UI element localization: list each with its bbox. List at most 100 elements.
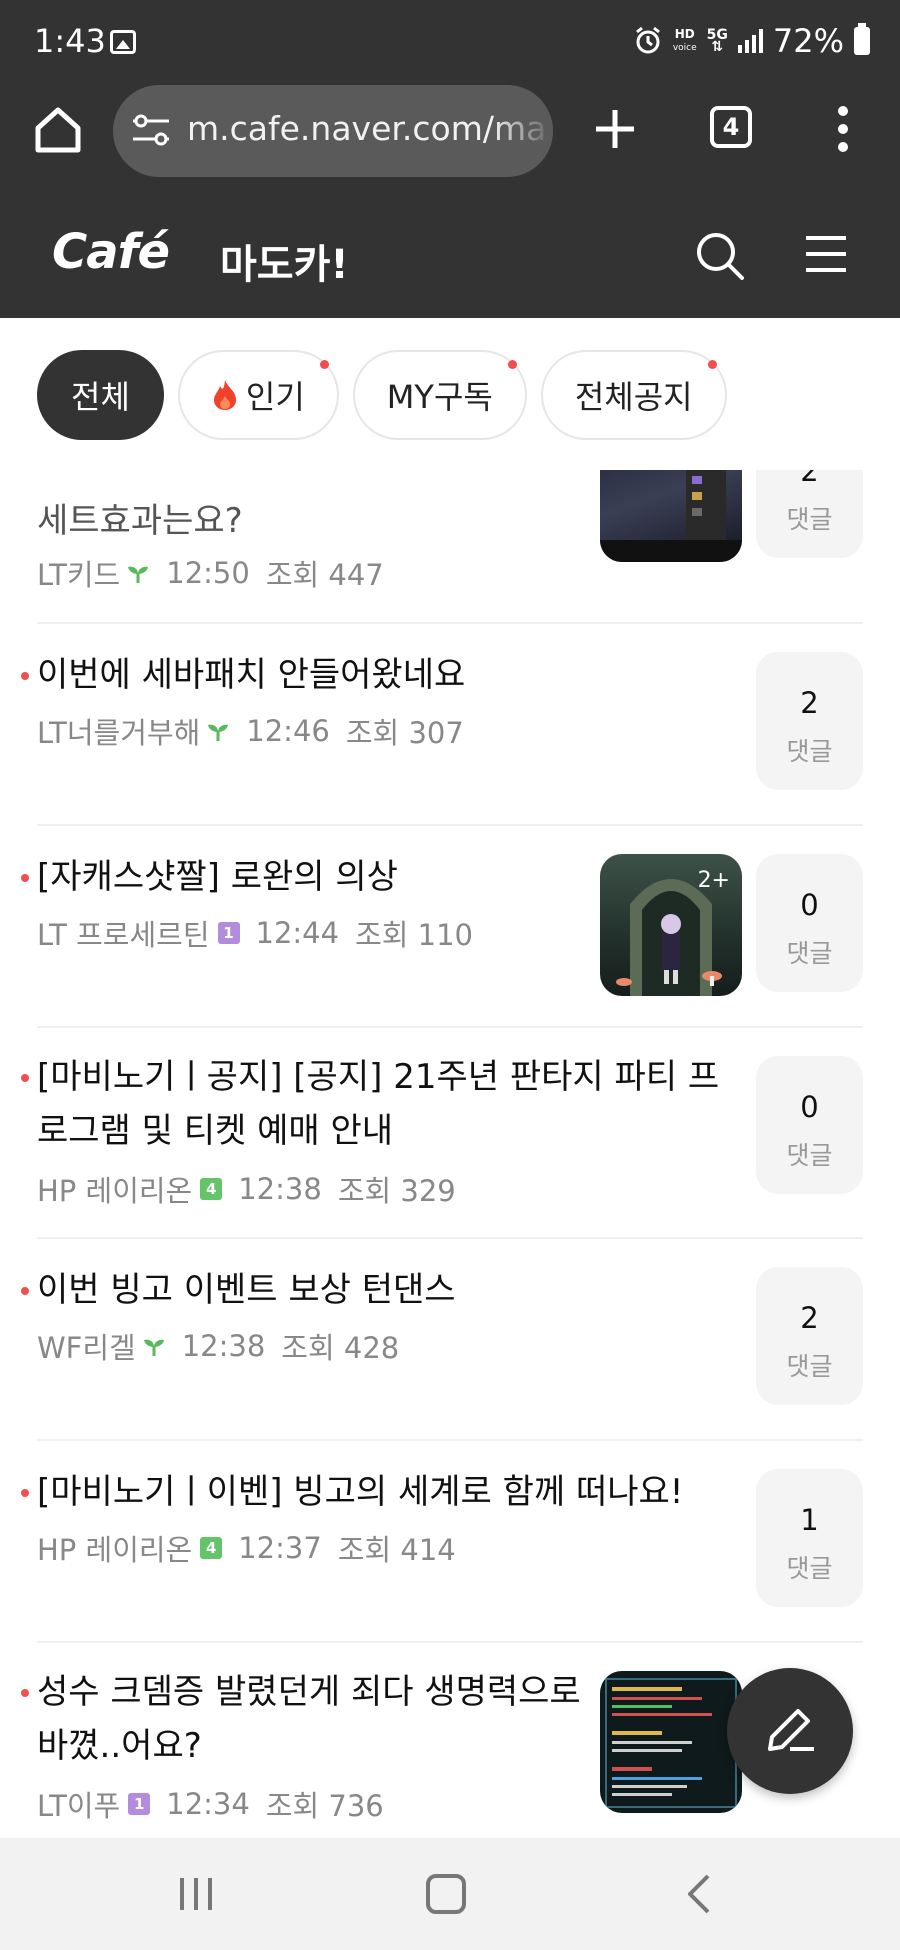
back-icon[interactable] — [684, 1872, 714, 1916]
filter-chips: 전체 인기 MY구독 전체공지 — [37, 350, 727, 440]
status-bar: 1:43 HD voice 5G ⇅ 72% — [0, 0, 900, 82]
post-item[interactable]: [마비노기ㅣ이벤] 빙고의 세계로 함께 떠나요! HP 레이리온 4 12:3… — [0, 1441, 900, 1643]
post-author: LT 프로세르틴 — [37, 918, 210, 952]
post-title: 이번에 세바패치 안들어왔네요 — [21, 648, 737, 702]
network-5g-icon: 5G ⇅ — [706, 27, 728, 55]
post-title-text: [자캐스샷짤] 로완의 의상 — [37, 857, 398, 897]
chip-my-subscription-label: MY구독 — [386, 378, 493, 416]
comment-count-box[interactable]: 2 댓글 — [756, 1267, 863, 1405]
chip-popular-label: 인기 — [245, 378, 305, 416]
search-icon[interactable] — [694, 230, 746, 282]
unread-dot — [21, 1287, 29, 1295]
new-dot — [707, 360, 717, 369]
recent-apps-icon[interactable] — [178, 1876, 214, 1912]
member-level-badge: 4 — [200, 1537, 223, 1559]
post-thumbnail[interactable]: 2+ — [600, 854, 742, 996]
post-meta: LT키드 12:50 조회 447 — [37, 552, 384, 594]
comment-count: 0 — [800, 1090, 819, 1124]
unread-dot — [21, 672, 29, 680]
chip-all-label: 전체 — [71, 378, 130, 416]
unread-dot — [21, 1489, 29, 1497]
post-views: 조회 447 — [265, 558, 384, 592]
cafe-title[interactable]: 마도카! — [220, 232, 349, 290]
comment-count: 1 — [800, 1503, 819, 1537]
member-level-badge: 4 — [200, 1178, 223, 1200]
site-settings-icon[interactable] — [131, 113, 171, 147]
post-thumbnail[interactable]: 3+ — [600, 470, 742, 562]
browser-toolbar: m.cafe.naver.com/ma 4 — [0, 82, 900, 194]
post-meta: LT 프로세르틴 1 12:44 조회 110 — [37, 912, 473, 954]
post-time: 12:46 — [246, 714, 330, 748]
member-level-badge: 1 — [217, 922, 240, 944]
battery-icon — [854, 23, 870, 55]
member-level-badge: 1 — [128, 1793, 151, 1815]
post-views: 조회 414 — [337, 1533, 456, 1567]
comment-count-box[interactable]: 2 댓글 — [756, 470, 863, 558]
post-item[interactable]: [마비노기ㅣ공지] [공지] 21주년 판타지 파티 프로그램 및 티켓 예매 … — [0, 1028, 900, 1239]
comment-count-box[interactable]: 1 댓글 — [756, 1469, 863, 1607]
battery-percent: 72% — [772, 22, 844, 60]
post-thumbnail[interactable] — [600, 1671, 742, 1813]
cafe-logo[interactable]: Café — [52, 224, 170, 280]
post-item[interactable]: 이번에 세바패치 안들어왔네요 LT너를거부해 12:46 조회 307 2 댓… — [0, 624, 900, 826]
post-time: 12:50 — [166, 556, 250, 590]
comment-count: 0 — [800, 888, 819, 922]
post-title-text: 성수 크뎀증 발렸던게 죄다 생명력으로 바꼈..어요? — [37, 1672, 581, 1766]
chip-my-subscription[interactable]: MY구독 — [352, 350, 527, 440]
post-title-text: [마비노기ㅣ이벤] 빙고의 세계로 함께 떠나요! — [37, 1472, 684, 1512]
post-author: LT키드 — [37, 558, 121, 592]
home-button-icon[interactable] — [426, 1874, 466, 1914]
comment-label: 댓글 — [786, 939, 833, 968]
comment-count: 2 — [800, 470, 819, 488]
post-time: 12:34 — [166, 1787, 250, 1821]
new-tab-icon[interactable] — [590, 104, 640, 154]
post-item[interactable]: [자캐스샷짤] 로완의 의상 LT 프로세르틴 1 12:44 조회 110 2… — [0, 826, 900, 1028]
post-views: 조회 329 — [337, 1174, 456, 1208]
post-title-text: [마비노기ㅣ공지] [공지] 21주년 판타지 파티 프로그램 및 티켓 예매 … — [37, 1057, 720, 1151]
more-options-icon[interactable] — [830, 104, 856, 154]
pencil-icon — [768, 1709, 814, 1751]
post-item[interactable]: 이번 빙고 이벤트 보상 턴댄스 WF리겔 12:38 조회 428 2 댓글 — [0, 1239, 900, 1441]
tab-count: 4 — [722, 113, 740, 141]
url-fade — [493, 85, 553, 177]
post-author: LT이푸 — [37, 1789, 121, 1823]
post-views: 조회 736 — [265, 1789, 384, 1823]
comment-count-box[interactable]: 2 댓글 — [756, 652, 863, 790]
comment-label: 댓글 — [786, 737, 833, 766]
post-title: 이번 빙고 이벤트 보상 턴댄스 — [21, 1263, 737, 1317]
address-bar[interactable]: m.cafe.naver.com/ma — [113, 85, 553, 177]
post-author: HP 레이리온 — [37, 1174, 193, 1208]
comment-count-box[interactable]: 0 댓글 — [756, 1056, 863, 1194]
home-icon[interactable] — [30, 102, 86, 158]
comment-label: 댓글 — [786, 1554, 833, 1583]
tab-switcher-button[interactable]: 4 — [710, 106, 752, 148]
comment-label: 댓글 — [786, 1141, 833, 1170]
post-time: 12:38 — [181, 1329, 266, 1363]
unread-dot — [21, 874, 29, 882]
voice-label: voice — [672, 43, 697, 53]
comment-label: 댓글 — [786, 1352, 833, 1381]
comment-count-box[interactable]: 0 댓글 — [756, 854, 863, 992]
thumbnail-image — [600, 470, 742, 562]
hamburger-menu-icon[interactable] — [804, 234, 848, 274]
gallery-notification-icon — [110, 30, 136, 54]
alarm-icon — [635, 26, 660, 54]
system-navigation-bar — [0, 1838, 900, 1950]
status-time: 1:43 — [34, 22, 106, 60]
post-item[interactable]: 세트효과는요? LT키드 12:50 조회 447 3+ 2 댓글 — [0, 470, 900, 624]
chip-popular[interactable]: 인기 — [177, 350, 339, 440]
hd-voice-icon: HD voice — [673, 28, 697, 54]
unread-dot — [21, 1689, 29, 1697]
write-post-button[interactable] — [727, 1668, 853, 1794]
post-time: 12:44 — [255, 916, 340, 950]
chip-all[interactable]: 전체 — [37, 350, 164, 440]
chip-all-notices[interactable]: 전체공지 — [540, 350, 727, 440]
fire-icon — [213, 380, 236, 410]
post-title-text: 이번 빙고 이벤트 보상 턴댄스 — [37, 1270, 456, 1310]
signal-icon — [737, 29, 763, 53]
thumbnail-count: 2+ — [697, 868, 730, 893]
post-author: LT너를거부해 — [37, 716, 201, 750]
network-5g-label: 5G — [706, 27, 728, 43]
post-views: 조회 307 — [345, 716, 464, 750]
post-title: 성수 크뎀증 발렸던게 죄다 생명력으로 바꼈..어요? — [21, 1665, 597, 1773]
